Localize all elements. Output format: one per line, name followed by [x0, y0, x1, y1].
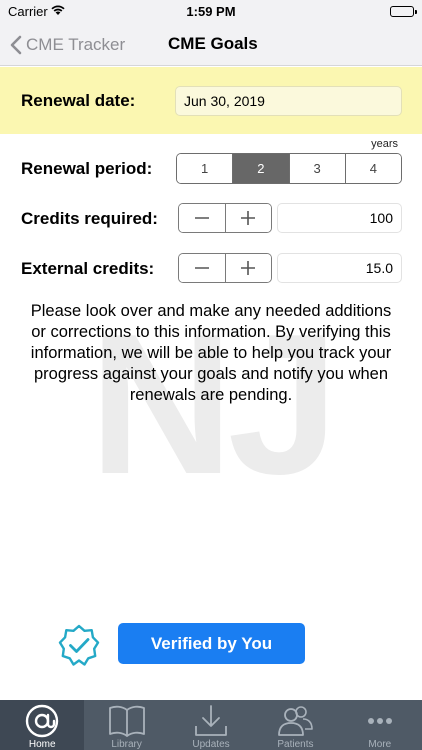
tab-updates[interactable]: Updates — [169, 700, 253, 750]
tab-home[interactable]: Home — [0, 700, 85, 750]
external-credits-label: External credits: — [21, 259, 155, 278]
people-icon — [278, 706, 314, 736]
page-title: CME Goals — [168, 34, 258, 53]
minus-icon — [194, 267, 209, 269]
renewal-period-segmented-control: 1 2 3 4 — [176, 153, 402, 184]
external-credits-stepper — [178, 253, 272, 283]
tab-library-label: Library — [111, 739, 142, 750]
navigation-bar: CME Tracker CME Goals — [0, 24, 422, 66]
plus-icon — [241, 211, 256, 225]
plus-icon — [241, 261, 256, 275]
renewal-date-section: Renewal date: Jun 30, 2019 — [0, 67, 422, 134]
verified-badge-icon — [58, 624, 100, 671]
tab-home-label: Home — [28, 739, 56, 750]
info-message: Please look over and make any needed add… — [30, 302, 392, 404]
renewal-date-label: Renewal date: — [21, 91, 136, 110]
segment-3-years[interactable]: 3 — [288, 154, 345, 183]
tab-more-label: More — [368, 739, 392, 750]
credits-required-field[interactable]: 100 — [277, 203, 402, 233]
segment-2-years[interactable]: 2 — [232, 154, 289, 183]
book-icon — [108, 705, 145, 737]
tab-updates-label: Updates — [192, 739, 230, 750]
tab-bar: Home Library Updates Patients More — [0, 700, 422, 750]
download-icon — [195, 705, 227, 736]
external-credits-field[interactable]: 15.0 — [277, 253, 402, 283]
status-bar: Carrier 1:59 PM — [0, 0, 422, 24]
battery-icon — [390, 6, 417, 17]
more-dots-icon — [367, 718, 392, 724]
tab-more[interactable]: More — [338, 700, 422, 750]
renewal-period-label: Renewal period: — [21, 159, 153, 178]
segment-4-years[interactable]: 4 — [344, 154, 401, 183]
credits-required-decrement-button[interactable] — [179, 204, 225, 232]
credits-required-stepper — [178, 203, 272, 233]
back-button-label: CME Tracker — [26, 35, 126, 54]
external-credits-increment-button[interactable] — [224, 254, 271, 282]
at-icon — [26, 704, 59, 738]
tab-patients-label: Patients — [277, 739, 314, 750]
renewal-date-field[interactable]: Jun 30, 2019 — [175, 86, 402, 116]
minus-icon — [194, 217, 209, 219]
status-time: 1:59 PM — [186, 4, 236, 19]
external-credits-decrement-button[interactable] — [179, 254, 225, 282]
chevron-left-icon — [10, 35, 22, 55]
verified-by-you-button[interactable]: Verified by You — [118, 623, 305, 664]
credits-required-increment-button[interactable] — [224, 204, 271, 232]
back-button[interactable]: CME Tracker — [10, 32, 125, 58]
credits-required-label: Credits required: — [21, 209, 158, 228]
years-unit-label: years — [371, 138, 398, 150]
segment-1-year[interactable]: 1 — [177, 154, 233, 183]
tab-patients[interactable]: Patients — [253, 700, 337, 750]
tab-library[interactable]: Library — [84, 700, 168, 750]
